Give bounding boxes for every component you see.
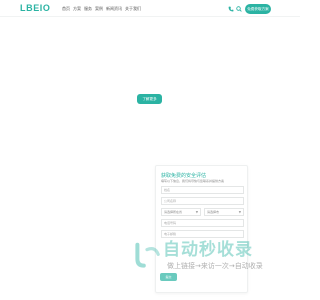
search-icon[interactable] — [236, 6, 242, 12]
header-cta-button[interactable]: 免费获取方案 — [245, 4, 271, 14]
nav-item-home[interactable]: 首页 — [62, 5, 70, 13]
nav-item-about[interactable]: 关于我们 — [125, 5, 141, 13]
form-subtitle: 填写以下信息，我们将尽快与您联系并提供方案 — [161, 179, 225, 183]
watermark-subtitle: 做上链接→来访一次→自动收录 — [167, 262, 263, 270]
logo[interactable]: LBEIO — [20, 3, 51, 15]
main-nav: 首页 方案 服务 案例 新闻资讯 关于我们 — [62, 5, 141, 13]
watermark-logo-icon — [135, 242, 160, 268]
nav-item-services[interactable]: 服务 — [84, 5, 92, 13]
phone-field[interactable]: 电话号码 — [161, 219, 244, 227]
phone-icon[interactable] — [228, 6, 234, 12]
hero-learn-more-button[interactable]: 了解更多 — [137, 94, 162, 104]
form-title: 获取免费的安全评估 — [161, 173, 207, 179]
chevron-down-icon: ▼ — [238, 210, 241, 214]
city-select[interactable]: 请选择市 ▼ — [204, 208, 244, 216]
province-select-value: 请选择所在省 — [164, 210, 183, 214]
name-field[interactable]: 姓名 — [161, 186, 244, 194]
watermark-title: 自动秒收录 — [163, 240, 253, 260]
email-field[interactable]: 电子邮箱 — [161, 230, 244, 238]
page: LBEIO 首页 方案 服务 案例 新闻资讯 关于我们 免费获取方案 了解更多 … — [0, 0, 300, 300]
company-field[interactable]: 公司名称 — [161, 197, 244, 205]
nav-item-cases[interactable]: 案例 — [95, 5, 103, 13]
province-select[interactable]: 请选择所在省 ▼ — [161, 208, 201, 216]
submit-button[interactable]: 提交 — [160, 273, 177, 281]
chevron-down-icon: ▼ — [195, 210, 198, 214]
watermark: 自动秒收录 做上链接→来访一次→自动收录 — [131, 240, 291, 280]
nav-item-solutions[interactable]: 方案 — [73, 5, 81, 13]
top-header: LBEIO 首页 方案 服务 案例 新闻资讯 关于我们 免费获取方案 — [0, 0, 300, 17]
nav-item-news[interactable]: 新闻资讯 — [106, 5, 122, 13]
city-select-value: 请选择市 — [207, 210, 220, 214]
